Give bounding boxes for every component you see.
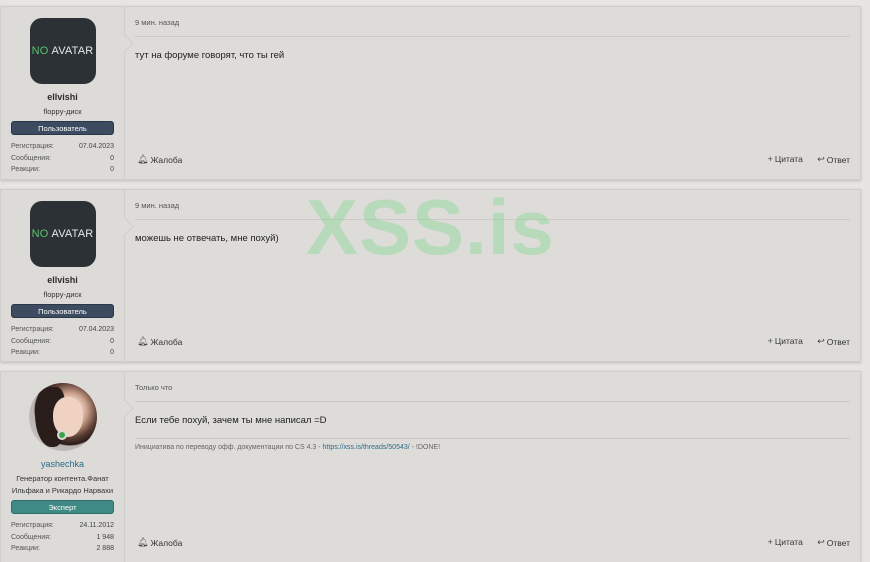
user-stats: Регистрация: 24.11.2012 Сообщения: 1 948 Р…	[11, 520, 114, 555]
post-actions: 🔔︎ Жалоба + Цитата ↩ Ответ	[137, 154, 850, 165]
stat-label: Регистрация:	[11, 143, 54, 150]
avatar-no-text: NO	[31, 45, 49, 57]
stat-value: 24.11.2012	[79, 522, 114, 529]
post-body: 9 мин. назад можешь не отвечать, мне пох…	[125, 190, 860, 361]
post-body: Только что Если тебе похуй, зачем ты мне…	[125, 372, 860, 562]
reply-button[interactable]: ↩ Ответ	[817, 154, 850, 165]
reply-button[interactable]: ↩ Ответ	[817, 537, 850, 548]
reply-label: Ответ	[826, 537, 850, 548]
post-message: можешь не отвечать, мне похуй)	[135, 233, 279, 244]
post-message: тут на форуме говорят, что ты гей	[135, 50, 285, 61]
stat-value: 2 888	[96, 545, 114, 552]
stat-value: 0	[110, 166, 114, 173]
plus-icon: +	[767, 336, 773, 346]
post-time[interactable]: Только что	[135, 383, 850, 402]
stat-label: Сообщения:	[11, 533, 51, 541]
avatar-no-text: NO	[31, 228, 49, 240]
report-button[interactable]: 🔔︎ Жалоба	[137, 537, 182, 548]
post: yashechka Генератор контента.Фанат Ильфа…	[0, 371, 861, 562]
avatar-text: AVATAR	[51, 45, 94, 57]
username[interactable]: ellvishi	[1, 275, 124, 285]
stat-value: 07.04.2023	[78, 326, 114, 333]
reply-button[interactable]: ↩ Ответ	[817, 336, 850, 347]
bell-icon: 🔔︎	[137, 537, 149, 547]
quote-button[interactable]: + Цитата	[768, 537, 803, 547]
user-panel: NO AVATAR ellvishi floppy-диск Пользовате…	[1, 190, 125, 361]
quote-label: Цитата	[774, 537, 803, 547]
username[interactable]: yashechka	[1, 459, 124, 469]
reply-label: Ответ	[826, 336, 850, 347]
quote-label: Цитата	[774, 336, 803, 346]
user-banner: Пользователь	[11, 304, 114, 318]
plus-icon: +	[767, 154, 773, 164]
stat-label: Сообщения:	[11, 154, 51, 162]
avatar[interactable]: NO AVATAR	[29, 201, 96, 267]
avatar[interactable]: NO AVATAR	[29, 18, 96, 84]
stat-label: Реакции:	[11, 545, 40, 552]
post: NO AVATAR ellvishi floppy-диск Пользовате…	[0, 189, 861, 362]
report-button[interactable]: 🔔︎ Жалоба	[137, 336, 182, 347]
signature-suffix: - !DONE!	[409, 444, 441, 451]
user-banner: Пользователь	[11, 121, 114, 135]
user-panel: yashechka Генератор контента.Фанат Ильфа…	[1, 372, 125, 562]
user-title: floppy-диск	[43, 290, 82, 299]
quote-label: Цитата	[774, 154, 803, 164]
user-panel: NO AVATAR ellvishi floppy-диск Пользовате…	[1, 7, 125, 179]
user-banner: Эксперт	[11, 500, 114, 514]
post-actions: 🔔︎ Жалоба + Цитата ↩ Ответ	[137, 537, 850, 548]
signature-prefix: Инициатива по переводу офф. документации…	[135, 444, 323, 451]
bell-icon: 🔔︎	[137, 336, 149, 346]
quote-button[interactable]: + Цитата	[768, 154, 803, 164]
stat-value: 1 948	[96, 533, 114, 541]
stat-label: Сообщения:	[11, 337, 51, 345]
user-stats: Регистрация: 07.04.2023 Сообщения: 0 Реакц…	[11, 141, 114, 176]
user-title: Генератор контента.Фанат Ильфака и Рикар…	[11, 474, 114, 495]
post-body: 9 мин. назад тут на форуме говорят, что …	[125, 7, 860, 179]
post-time[interactable]: 9 мин. назад	[135, 18, 850, 37]
stat-value: 0	[110, 349, 114, 356]
post-message: Если тебе похуй, зачем ты мне написал =D	[135, 415, 327, 426]
user-stats: Регистрация: 07.04.2023 Сообщения: 0 Реакц…	[11, 324, 114, 359]
signature: Инициатива по переводу офф. документации…	[135, 444, 850, 451]
signature-link[interactable]: https://xss.is/threads/50543/	[323, 444, 410, 451]
report-label: Жалоба	[150, 336, 183, 347]
stat-value: 07.04.2023	[78, 143, 114, 150]
username[interactable]: ellvishi	[1, 92, 124, 102]
stat-value: 0	[110, 154, 114, 162]
bell-icon: 🔔︎	[137, 154, 149, 164]
report-label: Жалоба	[150, 537, 183, 548]
stat-label: Регистрация:	[11, 522, 54, 529]
plus-icon: +	[767, 537, 773, 547]
stat-value: 0	[110, 337, 114, 345]
quote-button[interactable]: + Цитата	[768, 336, 803, 346]
reply-arrow-icon: ↩	[817, 154, 825, 164]
reply-arrow-icon: ↩	[817, 537, 825, 547]
stat-label: Реакции:	[11, 349, 40, 356]
post-time[interactable]: 9 мин. назад	[135, 201, 850, 220]
online-status-icon	[57, 430, 67, 440]
avatar-text: AVATAR	[51, 228, 94, 240]
stat-label: Реакции:	[11, 166, 40, 173]
report-label: Жалоба	[150, 154, 183, 165]
reply-arrow-icon: ↩	[817, 336, 825, 346]
avatar[interactable]	[28, 383, 97, 451]
post-actions: 🔔︎ Жалоба + Цитата ↩ Ответ	[137, 336, 850, 347]
report-button[interactable]: 🔔︎ Жалоба	[137, 154, 182, 165]
post: NO AVATAR ellvishi floppy-диск Пользовате…	[0, 6, 861, 180]
signature-divider	[135, 438, 850, 439]
user-title: floppy-диск	[43, 107, 82, 116]
stat-label: Регистрация:	[11, 326, 54, 333]
reply-label: Ответ	[826, 154, 850, 165]
